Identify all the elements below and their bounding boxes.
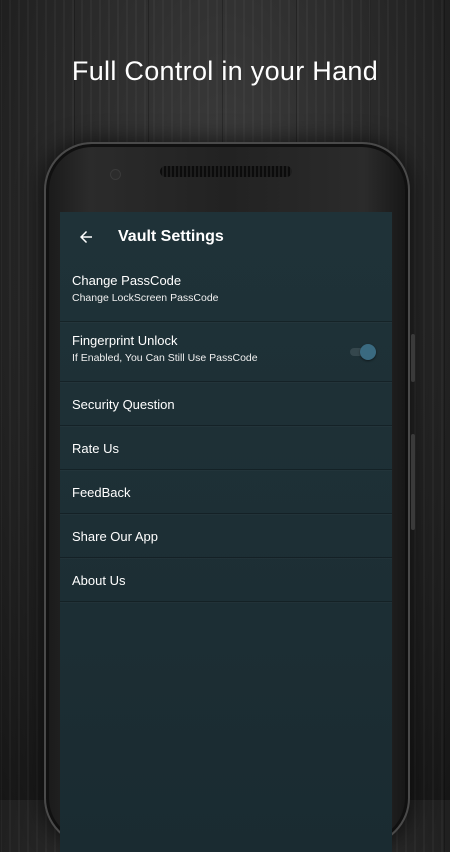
fingerprint-toggle[interactable]	[350, 344, 376, 360]
power-button	[411, 434, 415, 530]
setting-change-passcode[interactable]: Change PassCode Change LockScreen PassCo…	[60, 262, 392, 322]
setting-title: About Us	[72, 573, 126, 588]
volume-button	[411, 334, 415, 382]
setting-subtitle: Change LockScreen PassCode	[72, 292, 219, 304]
setting-subtitle: If Enabled, You Can Still Use PassCode	[72, 352, 258, 364]
setting-share-app[interactable]: Share Our App	[60, 514, 392, 558]
setting-title: Fingerprint Unlock	[72, 333, 178, 348]
toggle-thumb	[360, 344, 376, 360]
toolbar: Vault Settings	[60, 212, 392, 262]
setting-title: Share Our App	[72, 529, 158, 544]
back-button[interactable]	[70, 221, 102, 253]
speaker-grille	[160, 166, 292, 177]
setting-feedback[interactable]: FeedBack	[60, 470, 392, 514]
phone-frame: Vault Settings Change PassCode Change Lo…	[44, 142, 415, 852]
setting-about-us[interactable]: About Us	[60, 558, 392, 602]
setting-rate-us[interactable]: Rate Us	[60, 426, 392, 470]
app-screen: Vault Settings Change PassCode Change Lo…	[60, 212, 392, 852]
setting-title: Change PassCode	[72, 273, 182, 288]
setting-security-question[interactable]: Security Question	[60, 382, 392, 426]
front-camera	[110, 169, 121, 180]
setting-fingerprint-unlock[interactable]: Fingerprint Unlock If Enabled, You Can S…	[60, 322, 392, 382]
setting-title: Security Question	[72, 397, 175, 412]
arrow-left-icon	[80, 231, 92, 243]
setting-title: Rate Us	[72, 441, 119, 456]
page-title: Vault Settings	[118, 228, 224, 245]
promo-headline: Full Control in your Hand	[71, 56, 379, 86]
setting-title: FeedBack	[72, 485, 131, 500]
